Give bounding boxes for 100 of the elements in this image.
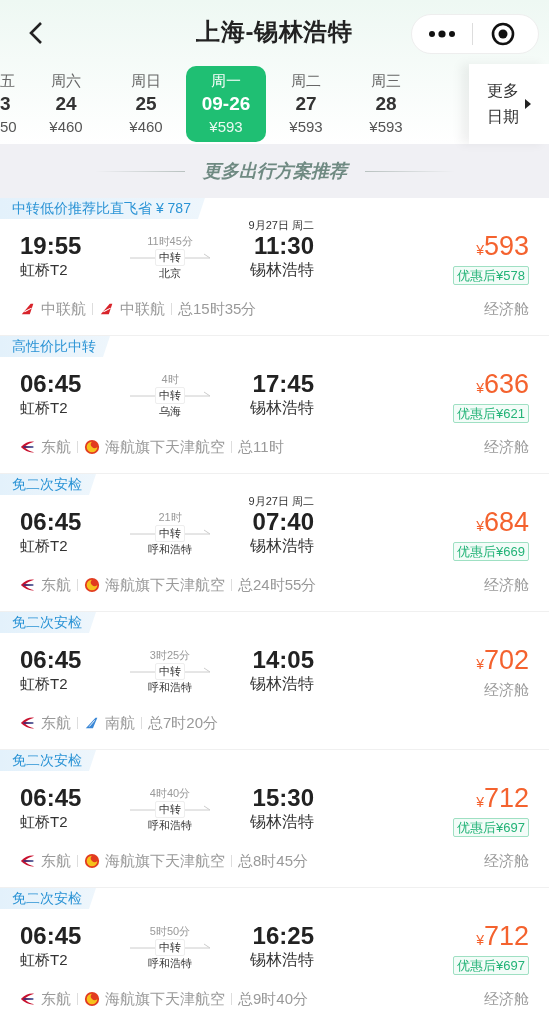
departure-airport: 虹桥T2	[20, 398, 69, 418]
duration-label: 11时45分	[147, 234, 193, 248]
flight-tag: 免二次安检	[0, 888, 96, 909]
price: ¥702	[476, 645, 529, 677]
flight-card[interactable]: 中转低价推荐比直飞省 ¥ 787 19:55 虹桥T2 11时45分 中转 北京 9月27日 周二 11:30 锡林浩特 ¥593 优惠后¥578 中联航 中联航 总15时35分 经济舱	[0, 198, 549, 336]
price: ¥684	[476, 507, 529, 539]
transfer-badge: 中转	[155, 662, 185, 680]
date-label: 24	[55, 92, 77, 116]
sun-circle-icon	[84, 576, 100, 594]
cabin-class: 经济舱	[484, 575, 529, 595]
arrival-date: 9月27日 周二	[248, 494, 314, 508]
page-title: 上海-锡林浩特	[196, 17, 353, 47]
date-tab[interactable]: 周三 28 ¥593	[346, 66, 426, 142]
departure-time: 06:45	[20, 784, 82, 812]
airline-name: 海航旗下天津航空	[105, 851, 225, 871]
arrival-time: 11:30	[253, 232, 314, 260]
departure-airport: 虹桥T2	[20, 536, 69, 556]
price-label: ¥593	[209, 117, 243, 137]
date-label: 09-26	[201, 92, 251, 116]
flight-card[interactable]: 高性价比中转 06:45 虹桥T2 4时 中转 乌海 17:45 锡林浩特 ¥636 优惠后¥621 东航 海航旗下天津航空 总11时 经济舱	[0, 336, 549, 474]
weekday-label: 周日	[131, 71, 161, 91]
sun-circle-icon	[84, 438, 100, 456]
transfer-badge: 中转	[155, 524, 185, 542]
total-duration: 总8时45分	[238, 851, 309, 871]
airline-name: 海航旗下天津航空	[105, 437, 225, 457]
duration-label: 4时	[161, 372, 179, 386]
transfer-city: 呼和浩特	[148, 956, 192, 971]
price-label: ¥593	[369, 117, 403, 137]
flight-tag: 免二次安检	[0, 750, 96, 771]
arrival-airport: 锡林浩特	[250, 674, 314, 694]
transfer-city: 呼和浩特	[148, 542, 192, 557]
arrival-airport: 锡林浩特	[250, 950, 314, 970]
flight-tag: 免二次安检	[0, 612, 96, 633]
departure-time: 06:45	[20, 646, 82, 674]
transfer-city: 呼和浩特	[148, 680, 192, 695]
flight-card[interactable]: 免二次安检 06:45 虹桥T2 4时40分 中转 呼和浩特 15:30 锡林浩特 ¥712 优惠后¥697 东航 海航旗下天津航空 总8时45分 经济舱	[0, 750, 549, 888]
arrival-airport: 锡林浩特	[250, 536, 314, 556]
discount-badge: 优惠后¥697	[453, 818, 529, 837]
discount-badge: 优惠后¥621	[453, 404, 529, 423]
discount-badge: 优惠后¥697	[453, 956, 529, 975]
price-label: ¥593	[289, 117, 323, 137]
sun-circle-icon	[84, 990, 100, 1008]
arrival-time: 15:30	[252, 784, 314, 812]
date-tab[interactable]: 周二 27 ¥593	[266, 66, 346, 142]
airline-name: 东航	[41, 437, 71, 457]
close-target-icon[interactable]	[491, 22, 515, 46]
departure-airport: 虹桥T2	[20, 674, 69, 694]
price: ¥712	[476, 783, 529, 815]
weekday-label: 五	[0, 71, 15, 91]
total-duration: 总24时55分	[238, 575, 317, 595]
airline-name: 海航旗下天津航空	[105, 575, 225, 595]
arrival-time: 16:25	[252, 922, 314, 950]
more-dates-button[interactable]: 更多 日期	[469, 64, 549, 144]
duration-label: 5时50分	[149, 924, 191, 938]
departure-airport: 虹桥T2	[20, 812, 69, 832]
flight-card[interactable]: 免二次安检 06:45 虹桥T2 21时 中转 呼和浩特 9月27日 周二 07:40 锡林浩特 ¥684 优惠后¥669 东航 海航旗下天津航空 总24时55分 经济舱	[0, 474, 549, 612]
total-duration: 总9时40分	[238, 989, 309, 1009]
duration-label: 3时25分	[149, 648, 191, 662]
flight-card[interactable]: 免二次安检 06:45 虹桥T2 3时25分 中转 呼和浩特 14:05 锡林浩特 ¥702 经济舱 东航 南航 总7时20分	[0, 612, 549, 750]
price: ¥712	[476, 921, 529, 953]
back-icon[interactable]	[28, 21, 44, 45]
transfer-city: 北京	[159, 266, 181, 281]
price: ¥636	[476, 369, 529, 401]
more-icon[interactable]	[428, 30, 456, 38]
departure-airport: 虹桥T2	[20, 260, 69, 280]
weekday-label: 周二	[291, 71, 321, 91]
caret-icon	[525, 99, 531, 109]
date-tab[interactable]: 五 3 50	[0, 66, 26, 142]
cabin-class: 经济舱	[484, 437, 529, 457]
cabin-class: 经济舱	[484, 299, 529, 319]
departure-time: 06:45	[20, 370, 82, 398]
total-duration: 总11时	[238, 437, 284, 457]
price-label: ¥460	[129, 117, 163, 137]
departure-time: 06:45	[20, 922, 82, 950]
weekday-label: 周三	[371, 71, 401, 91]
duration-label: 4时40分	[149, 786, 191, 800]
departure-time: 19:55	[20, 232, 82, 260]
total-duration: 总15时35分	[178, 299, 257, 319]
weekday-label: 周六	[51, 71, 81, 91]
airline-name: 海航旗下天津航空	[105, 989, 225, 1009]
total-duration: 总7时20分	[148, 713, 219, 733]
airline-name: 东航	[41, 575, 71, 595]
cabin-class: 经济舱	[484, 680, 529, 700]
cabin-class: 经济舱	[484, 989, 529, 1009]
arrival-airport: 锡林浩特	[250, 260, 314, 280]
airline-name: 东航	[41, 989, 71, 1009]
airline-name: 中联航	[41, 299, 86, 319]
flight-tag: 中转低价推荐比直飞省 ¥ 787	[0, 198, 205, 219]
more-dates-label: 更多	[487, 81, 519, 101]
flight-tag: 高性价比中转	[0, 336, 110, 357]
discount-badge: 优惠后¥669	[453, 542, 529, 561]
departure-airport: 虹桥T2	[20, 950, 69, 970]
transfer-city: 乌海	[159, 404, 181, 419]
discount-badge: 优惠后¥578	[453, 266, 529, 285]
weekday-label: 周一	[211, 71, 241, 91]
date-tab[interactable]: 周六 24 ¥460	[26, 66, 106, 142]
airline-name: 中联航	[120, 299, 165, 319]
airline-name: 南航	[105, 713, 135, 733]
date-tab[interactable]: 周日 25 ¥460	[106, 66, 186, 142]
airline-name: 东航	[41, 851, 71, 871]
